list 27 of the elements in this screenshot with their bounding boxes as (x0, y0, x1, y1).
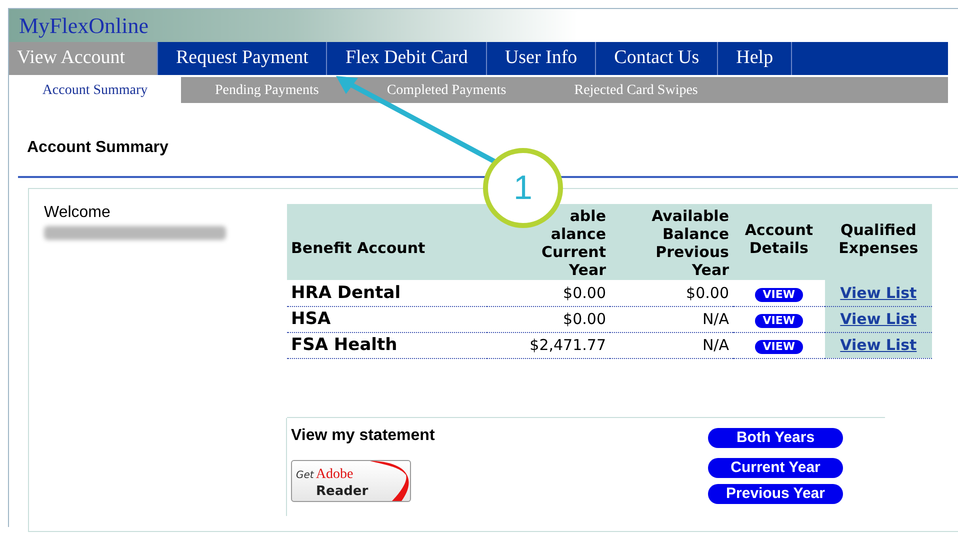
statement-button[interactable]: Both Years (708, 428, 843, 448)
view-button[interactable]: VIEW (754, 340, 804, 354)
balance-cell: $2,471.77 (487, 332, 610, 358)
balance-cell: N/A (610, 332, 733, 358)
account-cell: FSA Health (287, 332, 487, 358)
statement-label: View my statement (291, 426, 435, 446)
account-cell: HRA Dental (287, 280, 487, 306)
badge-brand-text: Adobe (316, 466, 354, 482)
badge-product-text: Reader (315, 484, 368, 500)
balance-cell: $0.00 (487, 306, 610, 332)
balance-cell: $0.00 (610, 280, 733, 306)
column-header: Available Balance Previous Year (610, 204, 733, 280)
column-header: Qualified Expenses (824, 204, 932, 280)
badge-get-text: Get (296, 468, 314, 482)
column-header: Account Details (733, 204, 825, 280)
welcome-label: Welcome (44, 204, 112, 222)
statement-button[interactable]: Previous Year (708, 484, 843, 504)
statement-button[interactable]: Current Year (708, 458, 843, 478)
site-title: MyFlexOnline (19, 12, 149, 40)
balance-cell: $0.00 (487, 280, 610, 306)
adobe-reader-badge[interactable]: GetAdobe Reader (291, 460, 411, 502)
sub-tab[interactable]: Account Summary (9, 77, 181, 103)
view-button[interactable]: VIEW (754, 288, 804, 302)
view-button[interactable]: VIEW (754, 314, 804, 328)
page-heading: Account Summary (27, 139, 168, 156)
balance-cell: N/A (610, 306, 733, 332)
account-cell: HSA (287, 306, 487, 332)
